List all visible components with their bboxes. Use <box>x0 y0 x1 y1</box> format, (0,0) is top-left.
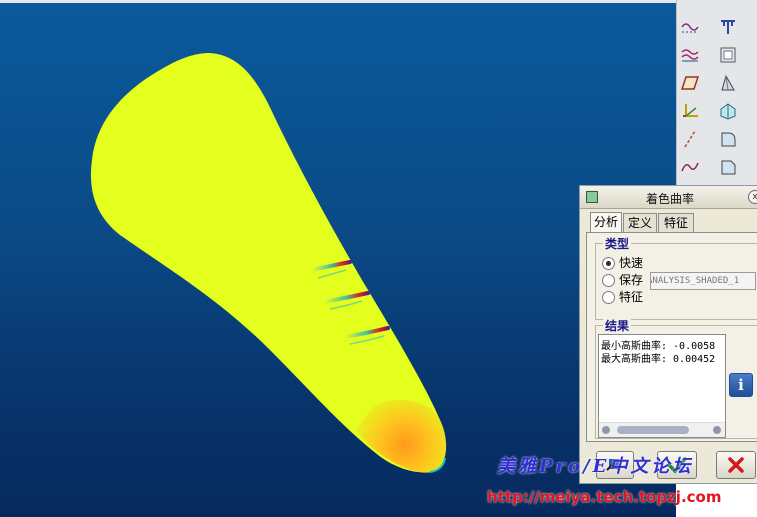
coordinate-system-icon[interactable] <box>679 100 701 122</box>
scroll-right-arrow[interactable] <box>713 426 721 434</box>
dialog-title: 着色曲率 <box>646 192 695 206</box>
cancel-button[interactable] <box>716 451 756 479</box>
axis-line-icon[interactable] <box>679 128 701 150</box>
tab-analysis[interactable]: 分析 <box>590 212 622 233</box>
results-group-label: 结果 <box>603 317 632 334</box>
graphics-viewport[interactable] <box>0 0 676 517</box>
type-group-label: 类型 <box>603 235 632 252</box>
shaded-curvature-model[interactable] <box>0 0 676 517</box>
results-hscrollbar[interactable] <box>599 422 725 437</box>
chamfer-icon[interactable] <box>717 156 739 178</box>
sketch-curve-icon[interactable] <box>679 156 701 178</box>
radio-quick[interactable] <box>602 257 615 270</box>
feature-toolbar <box>676 0 757 195</box>
dialog-app-icon <box>586 191 598 203</box>
radio-save-label[interactable]: 保存 <box>619 271 643 288</box>
shell-icon[interactable] <box>717 100 739 122</box>
datum-plane-icon[interactable] <box>717 16 739 38</box>
info-button[interactable]: i <box>729 373 753 397</box>
result-max-gaussian: 最大高斯曲率: 0.00452 <box>601 354 716 365</box>
round-icon[interactable] <box>717 128 739 150</box>
dialog-titlebar[interactable]: 着色曲率 x <box>580 186 757 209</box>
parallelogram-icon[interactable] <box>679 72 701 94</box>
results-textbox[interactable]: 最小高斯曲率: -0.0058 最大高斯曲率: 0.00452 <box>598 334 726 438</box>
analysis-name-field[interactable]: ANALYSIS_SHADED_1 <box>650 272 756 290</box>
tab-definition[interactable]: 定义 <box>623 213 657 232</box>
forum-watermark: 美雅Pro/E中文论坛 <box>497 456 694 477</box>
radio-quick-label[interactable]: 快速 <box>619 254 643 271</box>
radio-save[interactable] <box>602 274 615 287</box>
radio-feature[interactable] <box>602 291 615 304</box>
curve-on-surface-icon[interactable] <box>679 16 701 38</box>
scroll-thumb[interactable] <box>617 426 689 434</box>
draft-icon[interactable] <box>717 72 739 94</box>
close-icon[interactable]: x <box>748 190 757 204</box>
shaded-curvature-dialog: 着色曲率 x 分析 定义 特征 类型 快速 保存 特征 结果 ANALYSIS_… <box>579 185 757 484</box>
offset-box-icon[interactable] <box>717 44 739 66</box>
scroll-left-arrow[interactable] <box>602 426 610 434</box>
forum-url: http://meiya.tech.topzj.com <box>487 488 722 506</box>
cancel-x-icon <box>728 457 744 473</box>
radio-feature-label[interactable]: 特征 <box>619 288 643 305</box>
wavy-surface-icon[interactable] <box>679 44 701 66</box>
tab-feature[interactable]: 特征 <box>658 213 694 232</box>
